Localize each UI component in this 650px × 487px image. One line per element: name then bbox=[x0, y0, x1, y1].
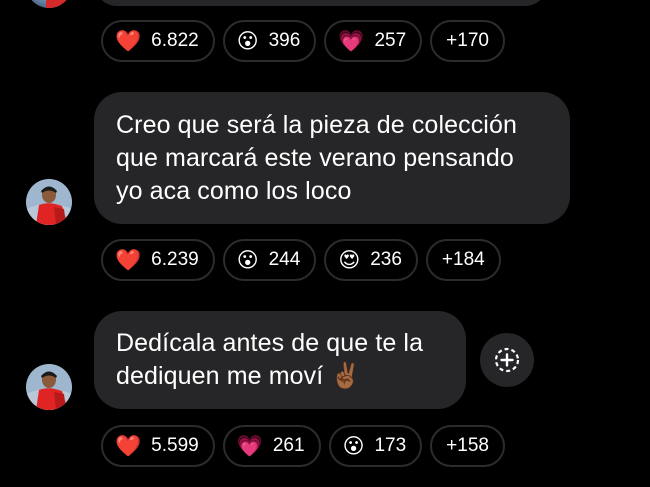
pink-heart-icon: 💗 bbox=[236, 433, 263, 458]
surprised-face-icon: 😮 bbox=[236, 247, 259, 272]
add-reaction-icon bbox=[494, 347, 520, 373]
red-heart-icon: ❤️ bbox=[115, 28, 142, 53]
reaction-pill-heart-eyes[interactable]: 😍 236 bbox=[324, 239, 418, 281]
more-reactions-pill[interactable]: +158 bbox=[430, 425, 505, 467]
comment-text-line: Dedícala antes de que te la bbox=[116, 329, 424, 357]
comment-text-line: que marcará este verano pensando bbox=[116, 144, 514, 172]
reaction-pill-pink-heart[interactable]: 💗 261 bbox=[222, 425, 321, 467]
more-reactions-pill[interactable]: +170 bbox=[430, 20, 505, 62]
pink-heart-icon: 💗 bbox=[338, 28, 365, 53]
red-heart-icon: ❤️ bbox=[115, 433, 142, 458]
reaction-bar: ❤️ 6.822 😮 396 💗 257 +170 bbox=[101, 20, 505, 62]
add-reaction-button[interactable] bbox=[480, 333, 534, 387]
more-reactions-count: +158 bbox=[446, 435, 489, 456]
reaction-pill-heart[interactable]: ❤️ 5.599 bbox=[101, 425, 215, 467]
reaction-count: 257 bbox=[374, 30, 407, 51]
comment-text-line: Creo que será la pieza de colección bbox=[116, 111, 517, 139]
reaction-count: 396 bbox=[268, 30, 301, 51]
reaction-count: 6.822 bbox=[151, 30, 199, 51]
more-reactions-pill[interactable]: +184 bbox=[425, 239, 501, 281]
reaction-count: 244 bbox=[268, 249, 301, 270]
reaction-bar: ❤️ 6.239 😮 244 😍 236 +184 bbox=[101, 239, 501, 281]
more-reactions-count: +184 bbox=[441, 249, 485, 270]
reaction-count: 6.239 bbox=[151, 249, 199, 270]
avatar[interactable] bbox=[26, 364, 72, 410]
comment-bubble[interactable] bbox=[94, 0, 548, 6]
red-heart-icon: ❤️ bbox=[115, 247, 142, 272]
surprised-face-icon: 😮 bbox=[342, 433, 365, 458]
reaction-count: 173 bbox=[374, 435, 407, 456]
avatar[interactable] bbox=[26, 0, 72, 8]
avatar[interactable] bbox=[26, 179, 72, 225]
comment-bubble[interactable]: Creo que será la pieza de colección que … bbox=[94, 92, 570, 224]
reaction-pill-heart[interactable]: ❤️ 6.239 bbox=[101, 239, 215, 281]
reaction-pill-pink-heart[interactable]: 💗 257 bbox=[324, 20, 423, 62]
reaction-count: 236 bbox=[370, 249, 402, 270]
reaction-bar: ❤️ 5.599 💗 261 😮 173 +158 bbox=[101, 425, 505, 467]
reaction-pill-surprised[interactable]: 😮 396 bbox=[222, 20, 317, 62]
heart-eyes-face-icon: 😍 bbox=[338, 247, 361, 272]
more-reactions-count: +170 bbox=[446, 30, 489, 51]
surprised-face-icon: 😮 bbox=[236, 28, 259, 53]
reaction-count: 5.599 bbox=[151, 435, 199, 456]
avatar-image bbox=[26, 364, 72, 410]
comment-text-line: dediquen me moví ✌🏾 bbox=[116, 362, 362, 390]
comment-text-line: yo aca como los loco bbox=[116, 177, 352, 205]
comments-screen: ❤️ 6.822 😮 396 💗 257 +170 Creo que será … bbox=[0, 0, 650, 487]
reaction-pill-heart[interactable]: ❤️ 6.822 bbox=[101, 20, 215, 62]
avatar-image bbox=[26, 179, 72, 225]
reaction-count: 261 bbox=[272, 435, 305, 456]
comment-bubble[interactable]: Dedícala antes de que te la dediquen me … bbox=[94, 311, 466, 409]
reaction-pill-surprised[interactable]: 😮 173 bbox=[328, 425, 423, 467]
reaction-pill-surprised[interactable]: 😮 244 bbox=[222, 239, 317, 281]
